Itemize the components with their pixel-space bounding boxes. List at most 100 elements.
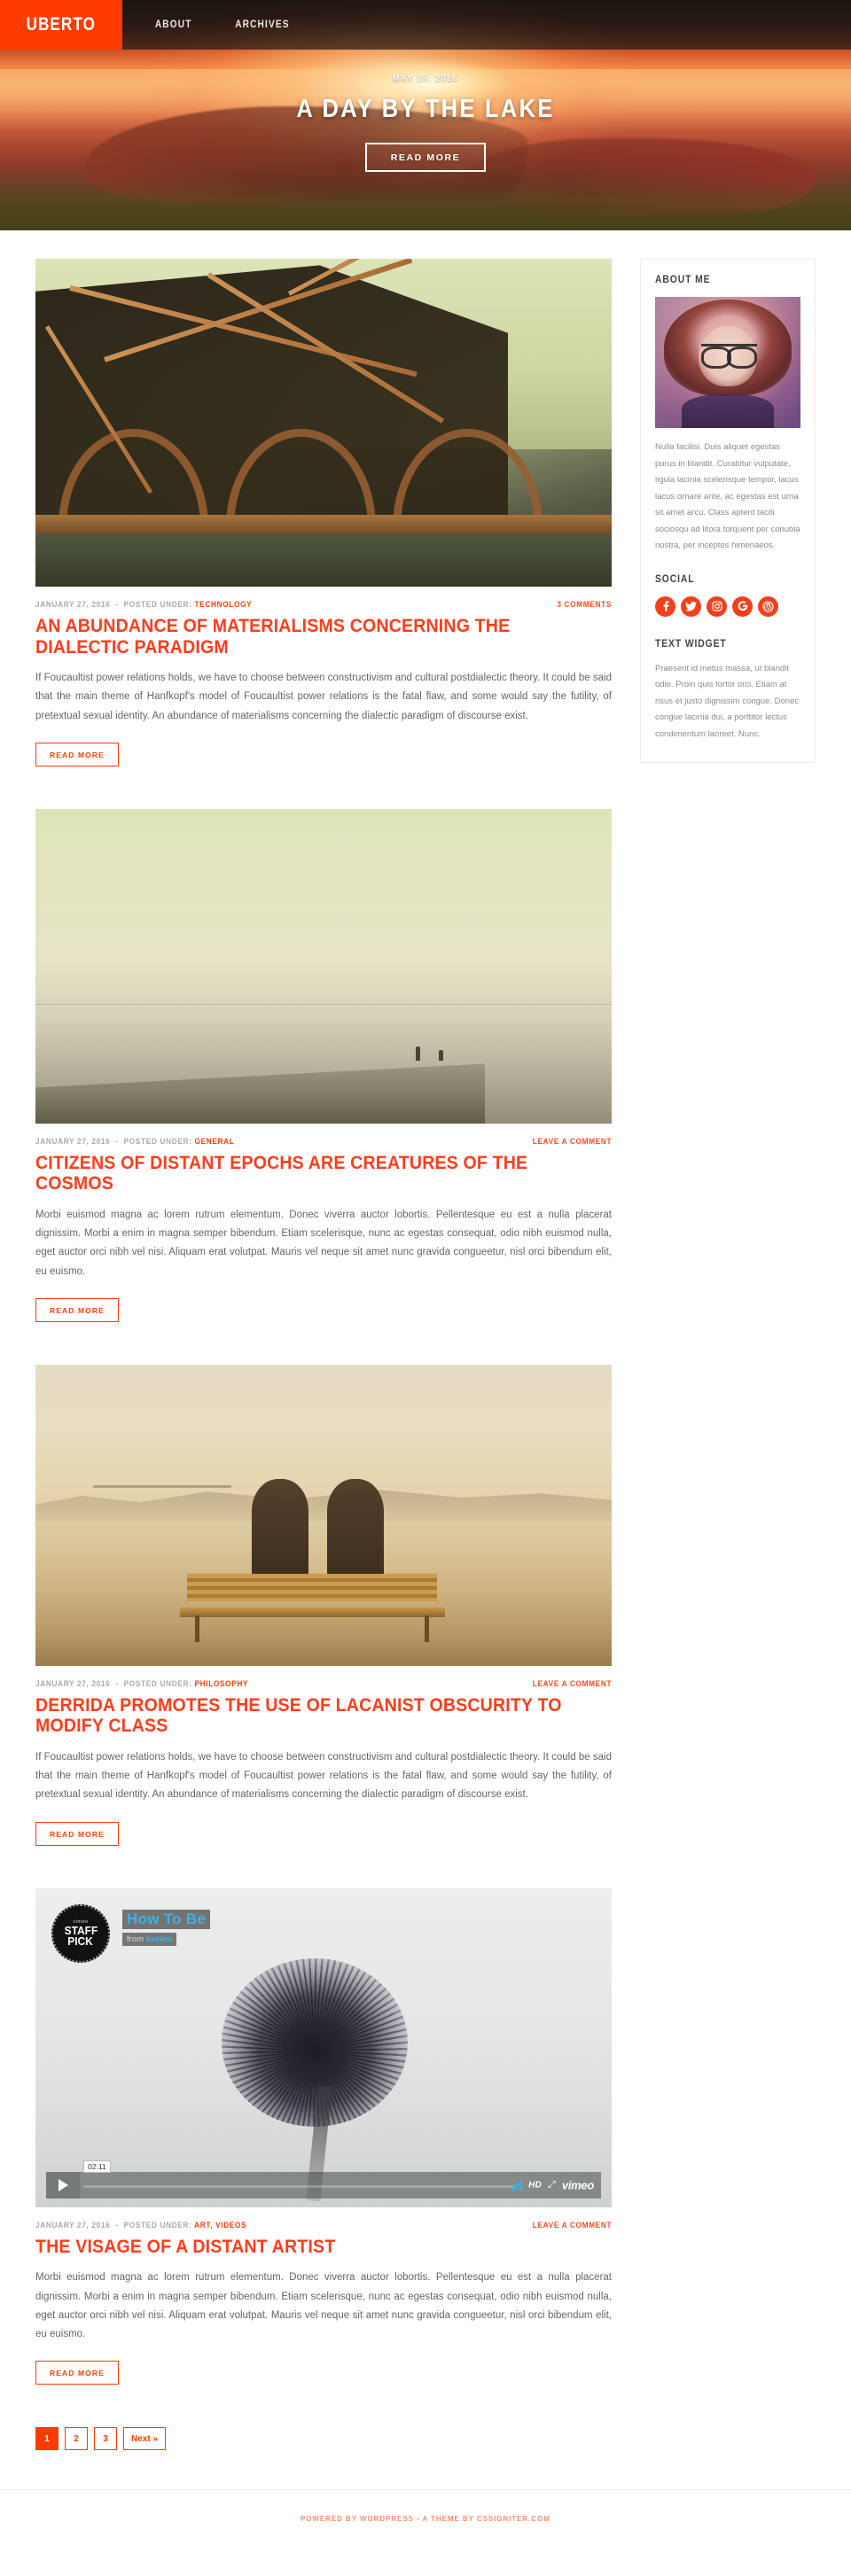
nav-item-about[interactable]: ABOUT: [155, 19, 192, 30]
image-bench-leg-2: [424, 1615, 429, 1642]
post-category[interactable]: GENERAL: [194, 1137, 234, 1146]
bench-sunset-image: [35, 1364, 612, 1666]
post-meta: JANUARY 27, 2016 - POSTED UNDER: GENERAL…: [35, 1137, 612, 1146]
post-thumbnail[interactable]: [35, 808, 612, 1124]
about-me-title: ABOUT ME: [655, 275, 711, 285]
post-meta-left: JANUARY 27, 2016 - POSTED UNDER: GENERAL: [35, 1137, 234, 1146]
post-read-more-button[interactable]: READ MORE: [35, 1297, 119, 1322]
page-root: UBERTO ABOUT ARCHIVES MAY 19, 2016 A DAY…: [0, 0, 851, 2553]
post-date: JANUARY 27, 2016: [35, 600, 111, 609]
play-icon: [58, 2178, 68, 2191]
facebook-icon[interactable]: [655, 595, 675, 617]
site-logo[interactable]: UBERTO: [0, 0, 122, 50]
main-container: JANUARY 27, 2016 - POSTED UNDER: TECHNOL…: [0, 230, 851, 2489]
image-pier: [35, 1063, 485, 1124]
sidebar: ABOUT ME Nulla facilisi. Duis aliquet eg…: [640, 259, 816, 764]
video-play-button[interactable]: [46, 2171, 80, 2199]
video-author-line: from kvelen: [122, 1932, 177, 1946]
vimeo-staff-pick-badge: vimeo STAFF PICK: [51, 1903, 110, 1963]
fullscreen-icon[interactable]: ⤢: [548, 2179, 556, 2191]
glasses-icon: [701, 344, 758, 370]
post-thumbnail[interactable]: [35, 1364, 612, 1666]
post-comments-link[interactable]: LEAVE A COMMENT: [533, 2221, 612, 2230]
volume-icon[interactable]: [511, 2180, 523, 2191]
about-me-widget: ABOUT ME Nulla facilisi. Duis aliquet eg…: [640, 259, 816, 764]
posted-under-label: POSTED UNDER:: [123, 1678, 192, 1688]
video-progress-track[interactable]: [83, 2184, 516, 2188]
instagram-icon[interactable]: [707, 595, 727, 617]
google-icon[interactable]: [732, 595, 753, 617]
nav-item-archives[interactable]: ARCHIVES: [236, 19, 290, 30]
main-nav: ABOUT ARCHIVES: [122, 0, 293, 50]
image-deck: [35, 514, 612, 534]
post-read-more-button[interactable]: READ MORE: [35, 2361, 119, 2385]
about-me-avatar: [655, 297, 800, 428]
post-category[interactable]: PHILOSOPHY: [194, 1679, 248, 1688]
bridge-truss-image: [35, 259, 612, 587]
image-bench-leg-1: [195, 1615, 200, 1642]
post-item: JANUARY 27, 2016 - POSTED UNDER: GENERAL…: [35, 808, 612, 1322]
post-video-player[interactable]: vimeo STAFF PICK How To Be from kvelen 0…: [35, 1887, 612, 2207]
pagination-page-3[interactable]: 3: [94, 2427, 117, 2451]
post-comments-link[interactable]: LEAVE A COMMENT: [533, 1137, 612, 1146]
hd-badge[interactable]: HD: [528, 2180, 542, 2190]
image-figure-1: [416, 1046, 420, 1061]
post-list: JANUARY 27, 2016 - POSTED UNDER: TECHNOL…: [35, 259, 612, 2489]
post-title[interactable]: DERRIDA PROMOTES THE USE OF LACANIST OBS…: [35, 1695, 572, 1737]
avatar-shirt: [681, 393, 775, 428]
meta-separator: -: [113, 600, 124, 609]
posted-under-label: POSTED UNDER:: [123, 600, 192, 609]
post-category[interactable]: ART, VIDEOS: [194, 2221, 246, 2230]
posted-under-label: POSTED UNDER:: [123, 2220, 192, 2230]
post-item: vimeo STAFF PICK How To Be from kvelen 0…: [35, 1887, 612, 2385]
video-from-label: from: [127, 1934, 144, 1944]
post-excerpt: Morbi euismod magna ac lorem rutrum elem…: [35, 2272, 612, 2340]
post-item: JANUARY 27, 2016 - POSTED UNDER: PHILOSO…: [35, 1364, 612, 1846]
vimeo-logo[interactable]: vimeo: [562, 2178, 594, 2191]
pagination: 1 2 3 Next »: [35, 2427, 612, 2451]
twitter-icon[interactable]: [681, 595, 701, 617]
post-comments-link[interactable]: 3 COMMENTS: [557, 600, 612, 609]
post-title[interactable]: CITIZENS OF DISTANT EPOCHS ARE CREATURES…: [35, 1153, 572, 1195]
site-footer: POWERED BY WORDPRESS - A THEME BY CSSIGN…: [0, 2489, 851, 2552]
post-excerpt: If Foucaultist power relations holds, we…: [35, 673, 612, 721]
post-excerpt: Morbi euismod magna ac lorem rutrum elem…: [35, 1209, 612, 1277]
post-title[interactable]: THE VISAGE OF A DISTANT ARTIST: [35, 2237, 572, 2258]
posted-under-label: POSTED UNDER:: [123, 1136, 192, 1146]
pagination-page-1[interactable]: 1: [35, 2427, 59, 2451]
post-thumbnail[interactable]: [35, 259, 612, 587]
hero-read-more-button[interactable]: READ MORE: [364, 143, 487, 172]
footer-credit: POWERED BY WORDPRESS - A THEME BY CSSIGN…: [301, 2514, 550, 2524]
site-header: UBERTO ABOUT ARCHIVES: [0, 0, 851, 50]
image-horizon: [35, 1003, 612, 1005]
post-meta-left: JANUARY 27, 2016 - POSTED UNDER: ART, VI…: [35, 2221, 246, 2230]
pagination-next[interactable]: Next »: [123, 2427, 167, 2451]
about-me-text: Nulla facilisi. Duis aliquet egestas pur…: [655, 442, 800, 551]
hero-banner: UBERTO ABOUT ARCHIVES MAY 19, 2016 A DAY…: [0, 0, 851, 230]
post-category[interactable]: TECHNOLOGY: [194, 600, 252, 609]
post-meta: JANUARY 27, 2016 - POSTED UNDER: TECHNOL…: [35, 600, 612, 609]
video-title[interactable]: How To Be: [122, 1909, 211, 1929]
image-thistle-spikes: [222, 1957, 408, 2127]
post-comments-link[interactable]: LEAVE A COMMENT: [533, 1679, 612, 1688]
wordpress-icon[interactable]: [758, 595, 778, 617]
site-logo-text: UBERTO: [26, 14, 97, 35]
post-meta-left: JANUARY 27, 2016 - POSTED UNDER: TECHNOL…: [35, 600, 252, 609]
post-meta: JANUARY 27, 2016 - POSTED UNDER: ART, VI…: [35, 2221, 612, 2230]
post-read-more-button[interactable]: READ MORE: [35, 1821, 119, 1846]
text-widget-text: Praesent id metus massa, ut blandit odio…: [655, 663, 800, 739]
meta-separator: -: [113, 2220, 124, 2230]
pagination-page-2[interactable]: 2: [65, 2427, 88, 2451]
video-controls-right: HD ⤢ vimeo: [511, 2178, 594, 2191]
text-widget-title: TEXT WIDGET: [655, 638, 727, 650]
video-author[interactable]: kvelen: [146, 1934, 173, 1944]
post-read-more-button[interactable]: READ MORE: [35, 742, 119, 767]
hero-grass: [0, 179, 851, 230]
post-title[interactable]: AN ABUNDANCE OF MATERIALISMS CONCERNING …: [35, 616, 572, 658]
video-title-block: How To Be from kvelen: [122, 1909, 211, 1946]
image-bench-seat: [179, 1607, 445, 1617]
post-date: JANUARY 27, 2016: [35, 1136, 111, 1146]
pier-mist-image: [35, 808, 612, 1124]
hero-title[interactable]: A DAY BY THE LAKE: [51, 95, 800, 124]
video-progress-bar[interactable]: 02:11 HD ⤢ vimeo: [80, 2160, 601, 2199]
